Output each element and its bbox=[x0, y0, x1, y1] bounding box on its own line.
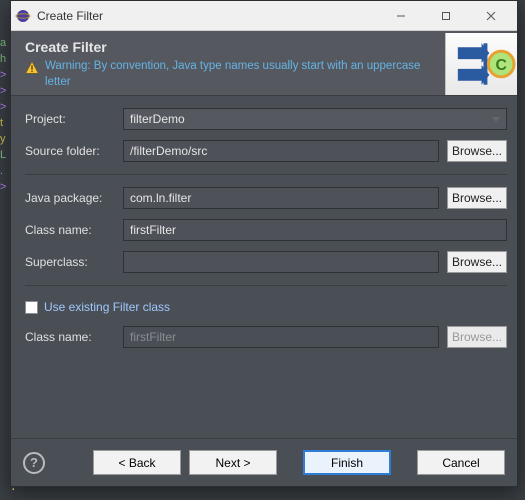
class-name-2-label: Class name: bbox=[25, 330, 115, 344]
dialog-window: Create Filter Create Filter Warning: By … bbox=[10, 0, 518, 487]
header-title: Create Filter bbox=[25, 39, 441, 55]
maximize-button[interactable] bbox=[423, 2, 468, 30]
class-name-label: Class name: bbox=[25, 223, 115, 237]
java-package-label: Java package: bbox=[25, 191, 115, 205]
source-folder-label: Source folder: bbox=[25, 144, 115, 158]
wizard-banner-icon: C bbox=[445, 33, 517, 95]
browse-package-button[interactable]: Browse... bbox=[447, 187, 507, 209]
chevron-down-icon bbox=[490, 113, 502, 128]
project-combo[interactable]: filterDemo bbox=[123, 108, 507, 130]
dialog-footer: ? < Back Next > Finish Cancel bbox=[11, 438, 517, 486]
editor-gutter: ah> >>t yL.> bbox=[0, 30, 10, 470]
finish-button[interactable]: Finish bbox=[303, 450, 391, 475]
superclass-input[interactable] bbox=[123, 251, 439, 273]
dialog-content: Project: filterDemo Source folder: Brows… bbox=[11, 96, 517, 438]
source-folder-input[interactable] bbox=[123, 140, 439, 162]
class-name-input[interactable] bbox=[123, 219, 507, 241]
class-name-2-input bbox=[123, 326, 439, 348]
close-button[interactable] bbox=[468, 2, 513, 30]
next-button[interactable]: Next > bbox=[189, 450, 277, 475]
browse-class-2-button: Browse... bbox=[447, 326, 507, 348]
browse-superclass-button[interactable]: Browse... bbox=[447, 251, 507, 273]
help-button[interactable]: ? bbox=[23, 452, 45, 474]
use-existing-checkbox[interactable] bbox=[25, 301, 38, 314]
project-value: filterDemo bbox=[130, 112, 185, 126]
separator bbox=[25, 285, 507, 286]
window-title: Create Filter bbox=[37, 9, 378, 23]
separator bbox=[25, 174, 507, 175]
project-label: Project: bbox=[25, 112, 115, 126]
titlebar: Create Filter bbox=[11, 1, 517, 31]
use-existing-label: Use existing Filter class bbox=[44, 300, 170, 314]
minimize-button[interactable] bbox=[378, 2, 423, 30]
editor-bottom-strip: . bbox=[0, 480, 525, 494]
warning-text: Warning: By convention, Java type names … bbox=[45, 59, 441, 90]
browse-source-button[interactable]: Browse... bbox=[447, 140, 507, 162]
java-package-input[interactable] bbox=[123, 187, 439, 209]
warning-icon bbox=[25, 61, 39, 75]
svg-text:C: C bbox=[496, 57, 507, 74]
superclass-label: Superclass: bbox=[25, 255, 115, 269]
back-button[interactable]: < Back bbox=[93, 450, 181, 475]
dialog-header: Create Filter Warning: By convention, Ja… bbox=[11, 31, 517, 96]
cancel-button[interactable]: Cancel bbox=[417, 450, 505, 475]
eclipse-icon bbox=[15, 8, 31, 24]
